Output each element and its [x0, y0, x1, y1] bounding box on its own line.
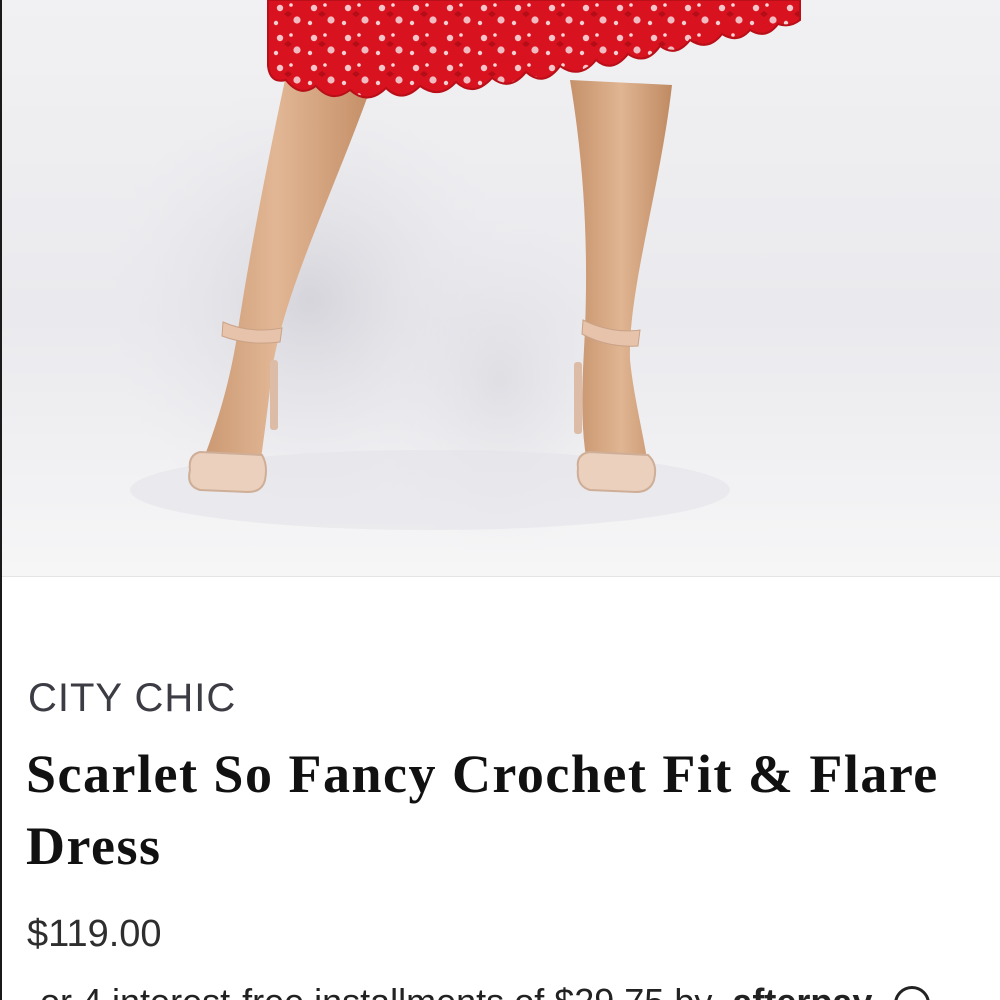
screen-edge — [0, 0, 2, 1000]
afterpay-logo: afterpay — [732, 981, 872, 1000]
product-price: $119.00 — [27, 913, 162, 955]
image-divider — [0, 576, 1000, 577]
installment-banner[interactable]: or 4 interest-free installments of $29.7… — [40, 981, 931, 1000]
brand-name[interactable]: CITY CHIC — [28, 674, 236, 722]
installment-text: or 4 interest-free installments of $29.7… — [40, 981, 712, 1000]
product-title: Scarlet So Fancy Crochet Fit & Flare Dre… — [26, 744, 939, 876]
product-image[interactable] — [0, 0, 1000, 576]
product-page: CITY CHIC Scarlet So Fancy Crochet Fit &… — [0, 0, 1000, 1000]
info-icon[interactable] — [894, 986, 931, 1000]
